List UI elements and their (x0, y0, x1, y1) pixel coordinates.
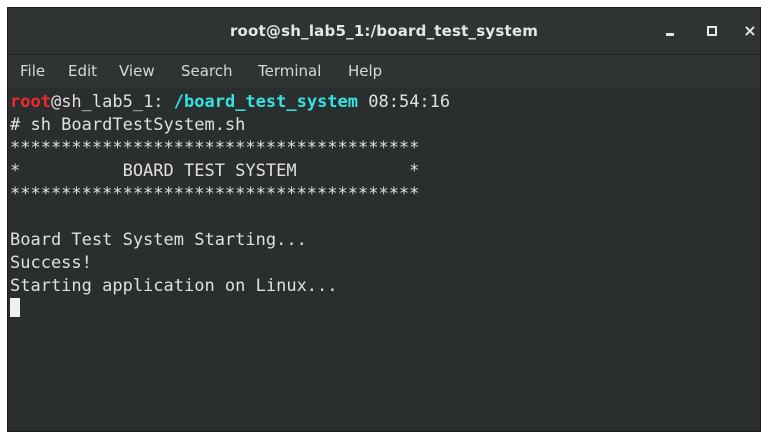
prompt-host: @sh_lab5_1: (50, 92, 174, 112)
banner-title: * BOARD TEST SYSTEM * (10, 161, 420, 181)
menu-file[interactable]: File (20, 55, 45, 87)
prompt-line: root@sh_lab5_1: /board_test_system 08:54… (10, 91, 760, 114)
terminal-window: root@sh_lab5_1:/board_test_system × File… (8, 8, 760, 431)
text-cursor (10, 298, 20, 317)
window-title: root@sh_lab5_1:/board_test_system (229, 22, 539, 40)
menu-terminal[interactable]: Terminal (258, 55, 321, 87)
prompt-time: 08:54:16 (358, 92, 451, 112)
close-icon: × (743, 21, 757, 40)
menu-view[interactable]: View (119, 55, 155, 87)
title-bar[interactable]: root@sh_lab5_1:/board_test_system × (8, 8, 760, 55)
close-button[interactable]: × (740, 21, 760, 41)
menu-search[interactable]: Search (181, 55, 233, 87)
output-line: Starting application on Linux... (10, 276, 338, 296)
minimize-button[interactable] (660, 21, 680, 41)
command-line: # sh BoardTestSystem.sh (10, 115, 246, 135)
maximize-button[interactable] (702, 21, 722, 41)
menu-edit[interactable]: Edit (68, 55, 97, 87)
terminal-output[interactable]: root@sh_lab5_1: /board_test_system 08:54… (8, 87, 760, 431)
prompt-path: /board_test_system (173, 92, 359, 112)
cursor-line (10, 298, 760, 321)
prompt-user: root (10, 92, 51, 112)
banner-bottom: **************************************** (10, 184, 420, 204)
menu-bar: File Edit View Search Terminal Help (8, 55, 760, 87)
output-line: Board Test System Starting... (10, 230, 307, 250)
output-line: Success! (10, 253, 92, 273)
banner-top: **************************************** (10, 138, 420, 158)
menu-help[interactable]: Help (348, 55, 382, 87)
